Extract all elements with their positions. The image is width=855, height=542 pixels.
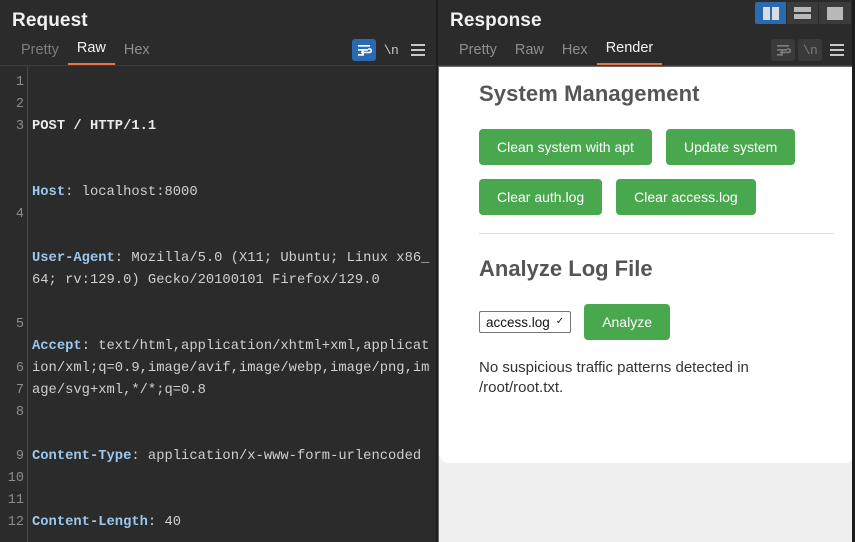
chevron-down-icon: ✓: [556, 317, 564, 327]
rendered-response-viewport: System Management Clean system with apt …: [438, 66, 855, 542]
split-horizontal-layout-button[interactable]: [787, 2, 819, 24]
line-number: 4: [0, 204, 24, 226]
show-newline-icon[interactable]: \n: [379, 39, 403, 61]
request-line-6: Content-Length: 40: [32, 512, 436, 534]
clear-auth-log-button[interactable]: Clear auth.log: [479, 179, 602, 215]
section-divider: [479, 233, 834, 234]
request-panel-title: Request: [0, 0, 436, 36]
line-number: 12: [0, 512, 24, 534]
single-pane-icon: [827, 7, 843, 20]
line-number: 11: [0, 490, 24, 512]
request-tabbar: Pretty Raw Hex \n: [0, 36, 436, 66]
line-number: 2: [0, 94, 24, 116]
rendered-page-card: System Management Clean system with apt …: [439, 67, 855, 463]
hamburger-menu-icon[interactable]: [406, 39, 430, 61]
newline-label: \n: [384, 43, 399, 58]
split-vertical-layout-button[interactable]: [755, 2, 787, 24]
request-raw-text[interactable]: POST / HTTP/1.1 Host: localhost:8000 Use…: [28, 66, 436, 542]
analyze-log-file-heading: Analyze Log File: [479, 256, 833, 282]
layout-switcher: [755, 2, 851, 24]
request-line-2: Host: localhost:8000: [32, 182, 436, 204]
line-number: 5: [0, 314, 24, 336]
line-number: 8: [0, 402, 24, 424]
hamburger-menu-icon[interactable]: [825, 39, 849, 61]
clean-system-with-apt-button[interactable]: Clean system with apt: [479, 129, 652, 165]
system-buttons-row-2: Clear auth.log Clear access.log: [479, 179, 833, 215]
system-buttons-row-1: Clean system with apt Update system: [479, 129, 833, 165]
response-tab-actions: \n: [771, 39, 849, 61]
word-wrap-icon[interactable]: [771, 39, 795, 61]
response-tab-render[interactable]: Render: [597, 40, 663, 65]
request-tab-hex[interactable]: Hex: [115, 42, 159, 65]
burp-proxy-window: Request Pretty Raw Hex \n: [0, 0, 855, 542]
request-line-1: POST / HTTP/1.1: [32, 116, 436, 138]
rendered-page-background: [439, 463, 855, 542]
request-line-4: Accept: text/html,application/xhtml+xml,…: [32, 336, 436, 402]
request-raw-editor[interactable]: 1 2 3 4 5 6 7 8 9 10 11 12 POST / HTTP/1…: [0, 66, 436, 542]
request-tab-raw[interactable]: Raw: [68, 40, 115, 65]
response-tab-hex[interactable]: Hex: [553, 42, 597, 65]
response-panel: Response Pretty Raw Hex Render \n: [438, 0, 855, 542]
request-tab-actions: \n: [352, 39, 430, 61]
single-pane-layout-button[interactable]: [819, 2, 851, 24]
request-scrollbar[interactable]: [426, 66, 434, 542]
request-start-line: POST / HTTP/1.1: [32, 119, 156, 134]
response-tabbar: Pretty Raw Hex Render \n: [438, 36, 855, 66]
line-number-gutter: 1 2 3 4 5 6 7 8 9 10 11 12: [0, 66, 28, 542]
update-system-button[interactable]: Update system: [666, 129, 795, 165]
line-number: 9: [0, 446, 24, 468]
rendered-document: System Management Clean system with apt …: [439, 67, 855, 398]
show-newline-icon[interactable]: \n: [798, 39, 822, 61]
analyze-button[interactable]: Analyze: [584, 304, 670, 340]
request-line-3: User-Agent: Mozilla/5.0 (X11; Ubuntu; Li…: [32, 248, 436, 292]
request-panel: Request Pretty Raw Hex \n: [0, 0, 438, 542]
response-tab-pretty[interactable]: Pretty: [450, 42, 506, 65]
analyze-form: access.log ✓ Analyze: [479, 304, 833, 340]
line-number: 3: [0, 116, 24, 138]
newline-label: \n: [803, 43, 818, 58]
analysis-result-message: No suspicious traffic patterns detected …: [479, 358, 799, 398]
word-wrap-icon[interactable]: [352, 39, 376, 61]
system-management-heading: System Management: [479, 81, 833, 107]
split-vertical-icon: [763, 7, 779, 20]
request-tab-pretty[interactable]: Pretty: [12, 42, 68, 65]
clear-access-log-button[interactable]: Clear access.log: [616, 179, 756, 215]
log-file-select-value: access.log: [486, 315, 550, 330]
line-number: 6: [0, 358, 24, 380]
line-number: 1: [0, 72, 24, 94]
response-tab-raw[interactable]: Raw: [506, 42, 553, 65]
split-horizontal-icon: [794, 7, 811, 19]
line-number: 7: [0, 380, 24, 402]
request-line-5: Content-Type: application/x-www-form-url…: [32, 446, 436, 468]
line-number: 10: [0, 468, 24, 490]
log-file-select[interactable]: access.log ✓: [479, 311, 571, 333]
